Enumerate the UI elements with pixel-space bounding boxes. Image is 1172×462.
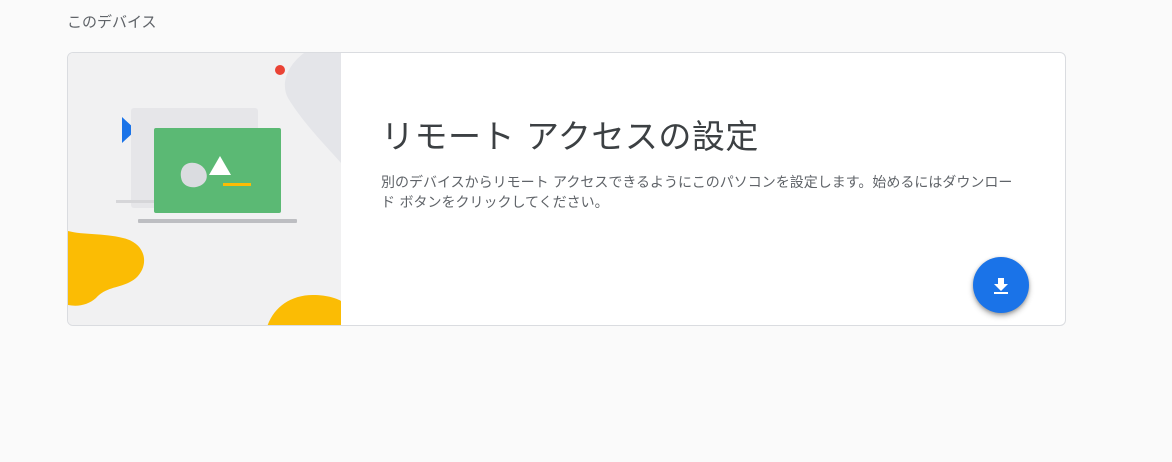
laptop-illustration — [68, 53, 341, 325]
card-content: リモート アクセスの設定 別のデバイスからリモート アクセスできるようにこのパソ… — [381, 53, 1065, 325]
card-title: リモート アクセスの設定 — [381, 117, 759, 156]
download-button[interactable] — [973, 257, 1029, 313]
card-description: 別のデバイスからリモート アクセスできるようにこのパソコンを設定します。始めるに… — [381, 175, 1013, 211]
section-title: このデバイス — [67, 13, 157, 31]
download-icon — [994, 278, 1008, 294]
remote-access-setup-card: リモート アクセスの設定 別のデバイスからリモート アクセスできるようにこのパソ… — [67, 52, 1066, 326]
